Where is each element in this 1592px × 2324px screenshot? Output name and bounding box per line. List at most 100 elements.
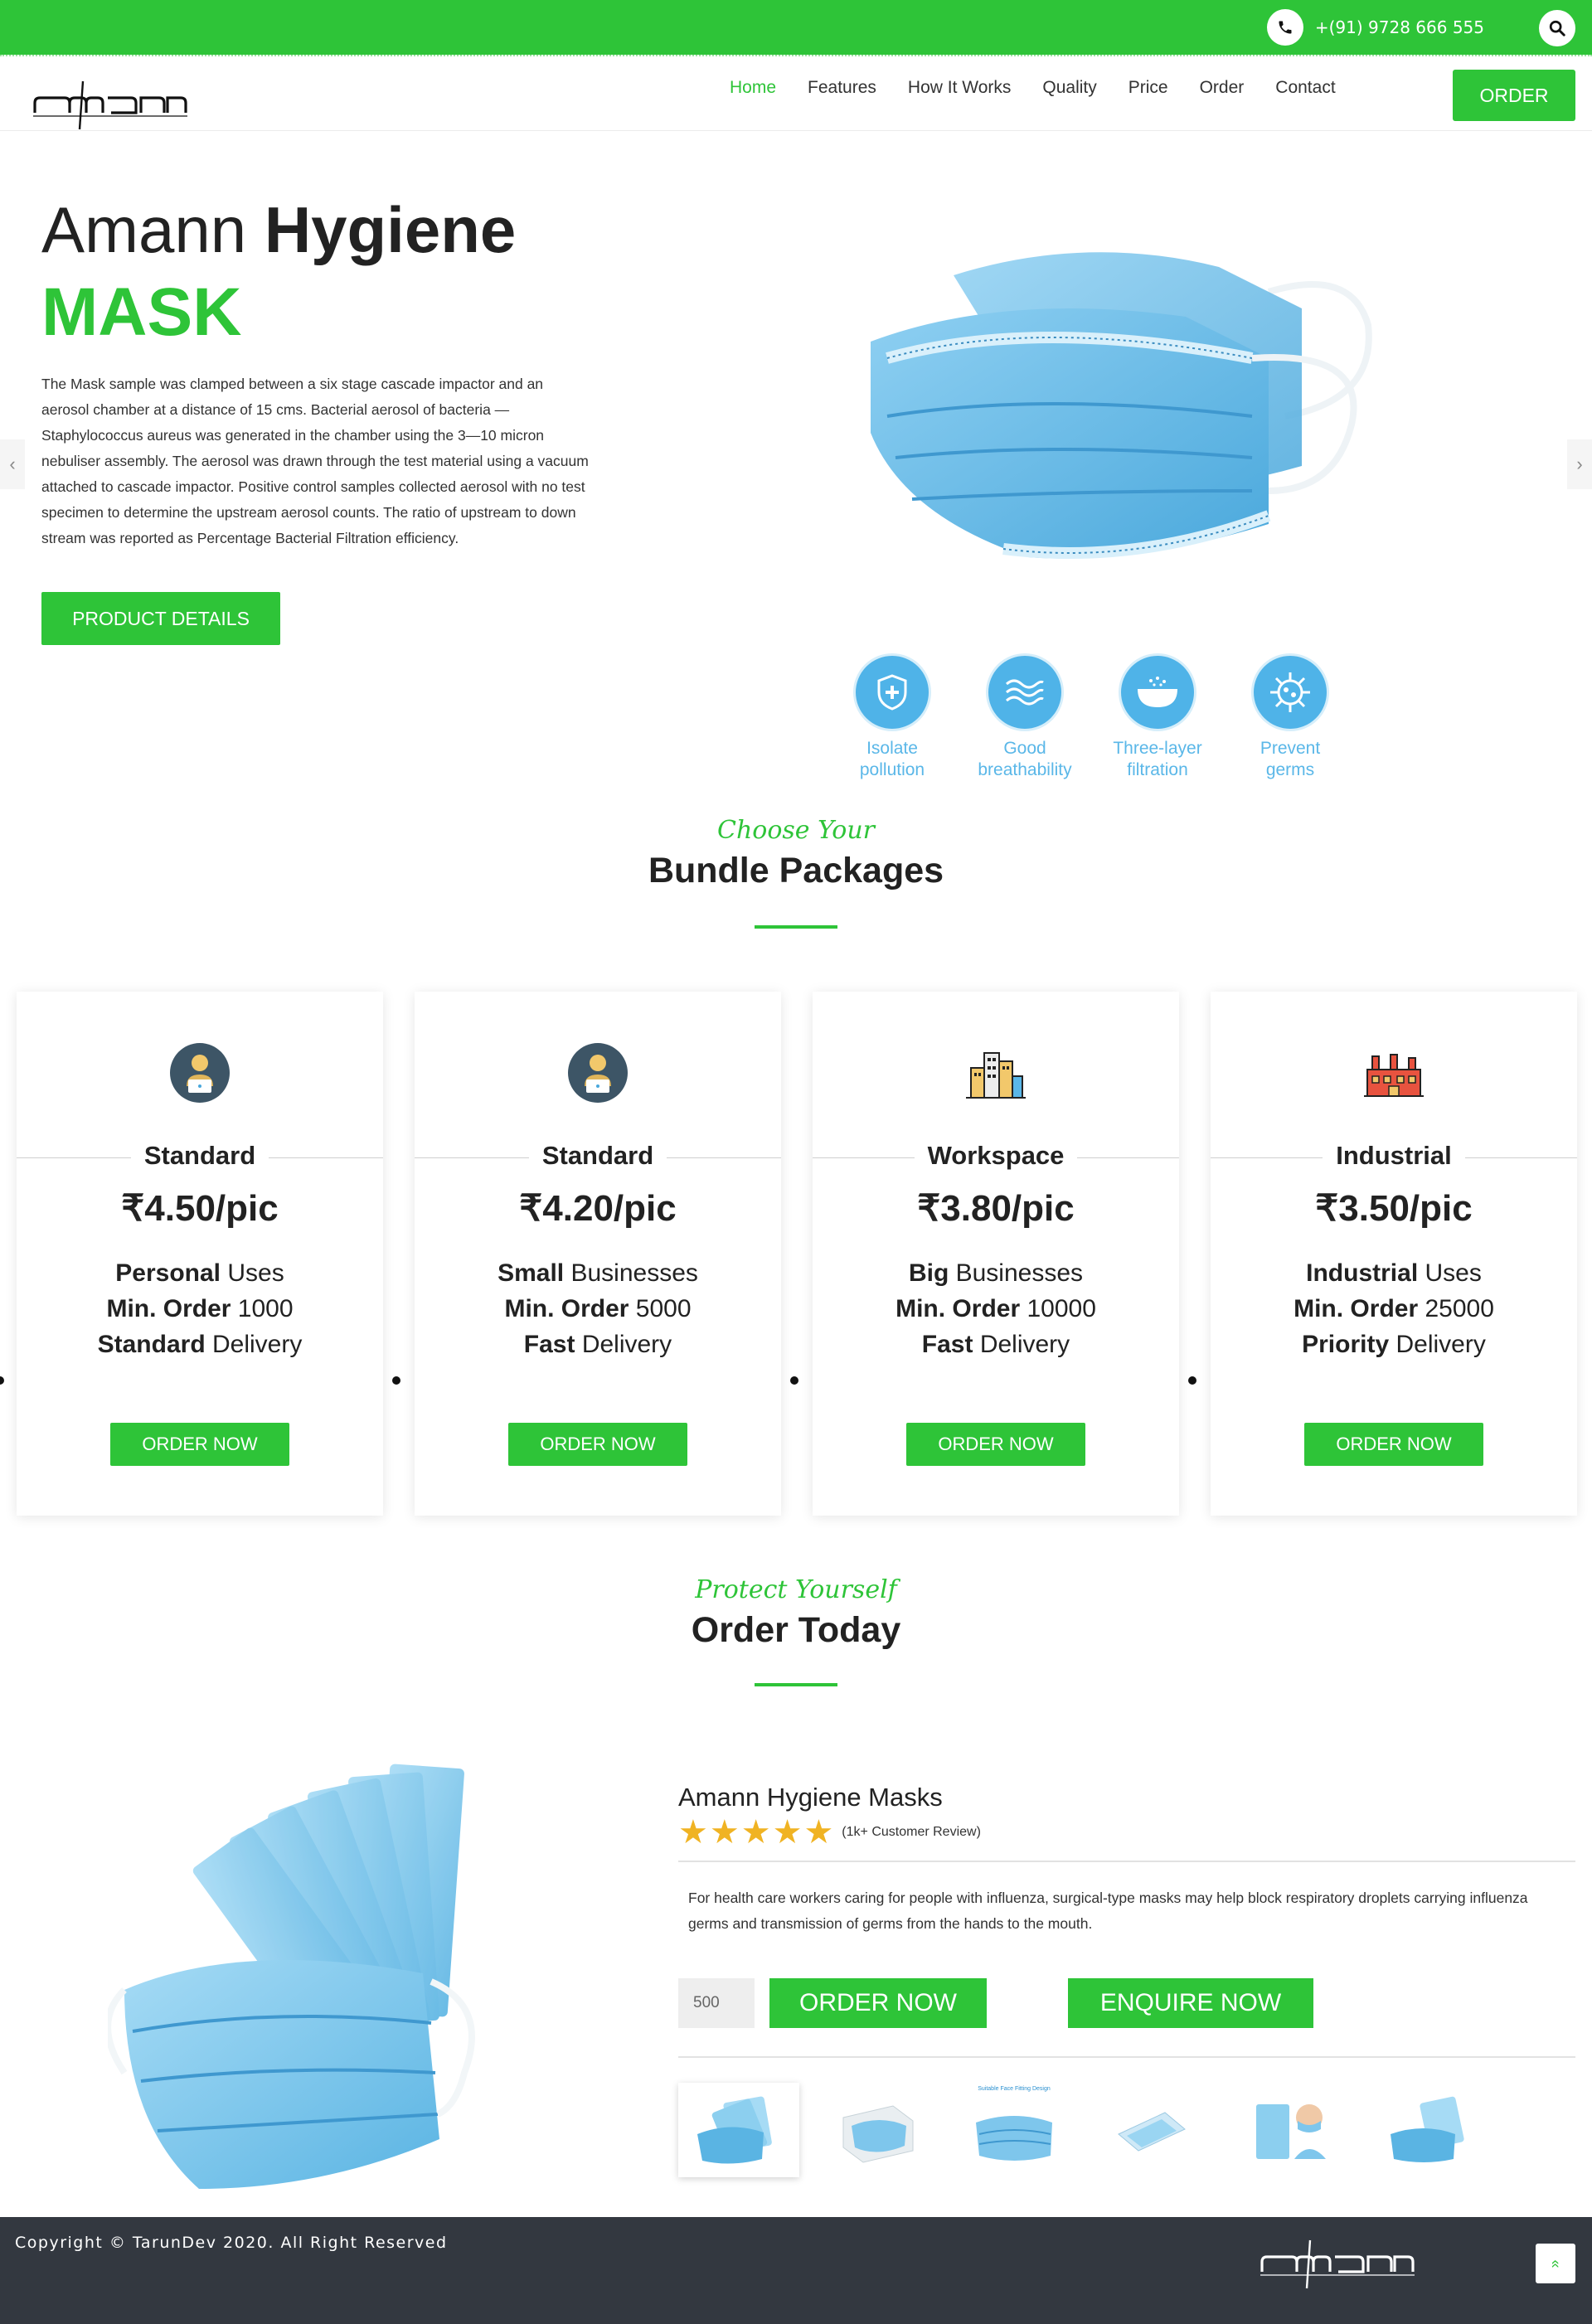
- phone-number[interactable]: +(91) 9728 666 555: [1315, 17, 1484, 37]
- feature-label: Good: [1003, 739, 1046, 758]
- waves-icon: [986, 653, 1064, 731]
- feature-prevent-germs: Prevent germs: [1224, 653, 1357, 781]
- package-price: ₹3.80/pic: [917, 1188, 1075, 1229]
- nav-item-home[interactable]: Home: [730, 78, 776, 98]
- thumbnail-caption: Suitable Face Fitting Design: [978, 2086, 1051, 2092]
- amann-logo[interactable]: amann: [32, 75, 189, 133]
- package-card: Workspace ₹3.80/pic Big Businesses Min. …: [813, 992, 1179, 1516]
- detail-text: 10000: [1020, 1295, 1096, 1322]
- factory-icon: [1364, 1054, 1424, 1097]
- nav-item-order[interactable]: Order: [1200, 78, 1245, 98]
- hero-subtitle: MASK: [41, 274, 242, 350]
- slider-next-arrow[interactable]: ›: [1567, 439, 1592, 489]
- order-title: Order Today: [691, 1610, 901, 1650]
- detail-bold: Min. Order: [1294, 1295, 1419, 1322]
- carousel-dot[interactable]: [790, 1376, 798, 1385]
- detail-text: Delivery: [1389, 1331, 1486, 1358]
- divider: [678, 1861, 1575, 1862]
- star-icon: ★: [772, 1814, 803, 1851]
- detail-bold: Industrial: [1306, 1259, 1419, 1287]
- detail-text: 5000: [629, 1295, 692, 1322]
- detail-text: Businesses: [564, 1259, 698, 1287]
- order-now-button[interactable]: ORDER NOW: [1304, 1423, 1483, 1466]
- package-card: Standard ₹4.50/pic Personal Uses Min. Or…: [17, 992, 383, 1516]
- nav-item-how-it-works[interactable]: How It Works: [908, 78, 1011, 98]
- feature-label: Isolate: [866, 739, 918, 758]
- detail-text: Delivery: [205, 1331, 303, 1358]
- packages-kicker: Choose Your: [716, 816, 875, 845]
- double-chevron-up-icon: «: [1547, 2259, 1565, 2268]
- nav-item-contact[interactable]: Contact: [1275, 78, 1335, 98]
- product-thumbnail[interactable]: [1091, 2083, 1212, 2177]
- detail-text: Uses: [221, 1259, 284, 1287]
- person-laptop-icon: [170, 1043, 230, 1103]
- detail-text: 1000: [231, 1295, 294, 1322]
- nav-item-quality[interactable]: Quality: [1042, 78, 1096, 98]
- feature-label: germs: [1265, 760, 1315, 779]
- package-details: Personal Uses Min. Order 1000 Standard D…: [17, 1255, 383, 1362]
- hero-title: Amann Hygiene: [41, 192, 516, 268]
- virus-icon: [1251, 653, 1329, 731]
- product-name: Amann Hygiene Masks: [678, 1783, 943, 1812]
- footer-amann-logo[interactable]: [1259, 2234, 1416, 2292]
- city-buildings-icon: [966, 1052, 1026, 1099]
- product-thumbnail[interactable]: [816, 2083, 937, 2177]
- product-details-button[interactable]: PRODUCT DETAILS: [41, 592, 280, 645]
- detail-bold: Min. Order: [504, 1295, 629, 1322]
- detail-text: Uses: [1418, 1259, 1482, 1287]
- package-name-text: Workspace: [914, 1141, 1078, 1170]
- carousel-dot[interactable]: [0, 1376, 4, 1385]
- product-thumbnail[interactable]: [1366, 2083, 1488, 2177]
- review-count[interactable]: (1k+ Customer Review): [842, 1825, 981, 1840]
- detail-bold: Fast: [921, 1331, 973, 1358]
- header-order-button[interactable]: ORDER: [1453, 70, 1575, 121]
- detail-bold: Min. Order: [106, 1295, 231, 1322]
- product-thumbnail[interactable]: [1229, 2083, 1350, 2177]
- feature-label: Prevent: [1260, 739, 1321, 758]
- feature-label: pollution: [859, 760, 925, 779]
- carousel-dot[interactable]: [1188, 1376, 1196, 1385]
- package-name-text: Standard: [130, 1141, 269, 1170]
- detail-text: Delivery: [973, 1331, 1070, 1358]
- top-bar: +(91) 9728 666 555: [0, 0, 1592, 55]
- package-name: Standard: [17, 1141, 383, 1171]
- hero-title-light: Amann: [41, 193, 247, 266]
- slider-prev-arrow[interactable]: ‹: [0, 439, 25, 489]
- masks-stack-image: [108, 1764, 475, 2189]
- quantity-input[interactable]: 500: [678, 1978, 755, 2028]
- package-price: ₹4.50/pic: [121, 1188, 279, 1229]
- hero-description: The Mask sample was clamped between a si…: [41, 376, 589, 546]
- filter-icon: [1119, 653, 1196, 731]
- product-thumbnail[interactable]: Suitable Face Fitting Design: [954, 2083, 1075, 2177]
- package-details: Industrial Uses Min. Order 25000 Priorit…: [1211, 1255, 1577, 1362]
- order-now-button[interactable]: ORDER NOW: [110, 1423, 289, 1466]
- carousel-dot[interactable]: [392, 1376, 400, 1385]
- hero-mask-image: [871, 252, 1372, 559]
- nav-item-features[interactable]: Features: [808, 78, 876, 98]
- product-thumbnail[interactable]: [678, 2083, 799, 2177]
- main-nav: Home Features How It Works Quality Price…: [730, 78, 1367, 98]
- package-name: Workspace: [813, 1141, 1179, 1171]
- feature-good-breathability: Good breathability: [959, 653, 1091, 781]
- detail-text: Businesses: [949, 1259, 1084, 1287]
- nav-item-price[interactable]: Price: [1128, 78, 1168, 98]
- order-now-button[interactable]: ORDER NOW: [508, 1423, 687, 1466]
- feature-label: breathability: [978, 760, 1072, 779]
- search-icon[interactable]: [1539, 10, 1575, 46]
- order-now-button[interactable]: ORDER NOW: [769, 1978, 987, 2028]
- order-divider: [755, 1683, 837, 1686]
- package-details: Big Businesses Min. Order 10000 Fast Del…: [813, 1255, 1179, 1362]
- scroll-to-top-button[interactable]: «: [1536, 2244, 1575, 2283]
- person-laptop-icon: [568, 1043, 628, 1103]
- detail-bold: Big: [908, 1259, 949, 1287]
- main-header: amann Home Features How It Works Quality…: [0, 55, 1592, 131]
- order-now-button[interactable]: ORDER NOW: [906, 1423, 1085, 1466]
- phone-contact[interactable]: +(91) 9728 666 555: [1266, 9, 1484, 46]
- enquire-now-button[interactable]: ENQUIRE NOW: [1068, 1978, 1313, 2028]
- feature-icons-row: Isolate pollution Good breathability Thr…: [826, 653, 1357, 781]
- feature-isolate-pollution: Isolate pollution: [826, 653, 959, 781]
- detail-bold: Priority: [1302, 1331, 1390, 1358]
- feature-label: Three-layer: [1113, 739, 1202, 758]
- detail-bold: Standard: [97, 1331, 206, 1358]
- star-icon: ★: [678, 1814, 708, 1851]
